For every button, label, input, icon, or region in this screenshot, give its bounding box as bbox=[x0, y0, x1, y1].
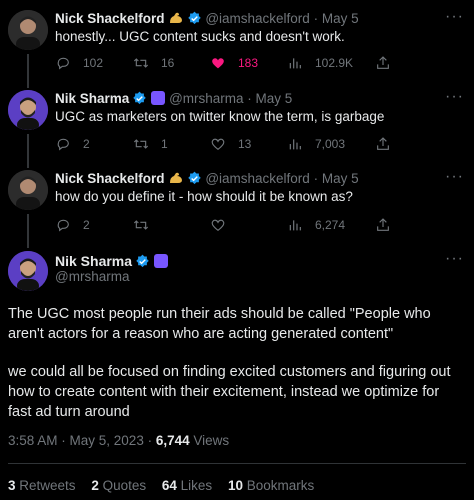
tweet-text: how do you define it - how should it be … bbox=[55, 189, 353, 204]
avatar[interactable] bbox=[8, 90, 48, 130]
retweet-count: 16 bbox=[161, 56, 175, 70]
share-icon bbox=[377, 137, 389, 150]
affiliate-badge-icon[interactable] bbox=[151, 91, 166, 105]
views-icon bbox=[289, 220, 301, 231]
views-button[interactable]: 7,003 bbox=[287, 134, 345, 154]
reply-icon bbox=[57, 219, 69, 232]
verified-badge-icon bbox=[132, 91, 147, 106]
like-button[interactable]: 183 bbox=[210, 53, 258, 73]
author-name[interactable]: Nick Shackelford bbox=[55, 11, 165, 26]
share-button[interactable] bbox=[375, 134, 391, 154]
likes-label: Likes bbox=[176, 478, 213, 493]
tweet-date[interactable]: · May 5 bbox=[314, 11, 359, 26]
view-count: 7,003 bbox=[315, 137, 346, 151]
view-count: 102.9K bbox=[315, 56, 354, 70]
author-handle[interactable]: @mrsharma bbox=[55, 269, 129, 284]
heart-icon bbox=[212, 58, 224, 69]
more-icon[interactable]: ··· bbox=[445, 250, 464, 268]
quotes-stat[interactable]: 2 Quotes bbox=[91, 478, 146, 493]
retweets-stat[interactable]: 3 Retweets bbox=[8, 478, 76, 493]
reply-button[interactable]: 102 bbox=[55, 53, 103, 73]
views-label: Views bbox=[189, 433, 230, 448]
like-count: 183 bbox=[238, 56, 259, 70]
author-name[interactable]: Nik Sharma bbox=[55, 91, 129, 106]
reply-button[interactable]: 2 bbox=[55, 134, 90, 154]
share-button[interactable] bbox=[375, 53, 391, 73]
quotes-count: 2 bbox=[91, 478, 99, 493]
author-handle[interactable]: @mrsharma bbox=[169, 91, 243, 106]
author-name[interactable]: Nick Shackelford bbox=[55, 171, 165, 186]
reply-icon bbox=[57, 57, 69, 70]
reply-count: 102 bbox=[83, 56, 104, 70]
retweet-button[interactable] bbox=[133, 215, 149, 235]
like-button[interactable] bbox=[210, 215, 226, 235]
author-handle[interactable]: @iamshackelford bbox=[205, 11, 310, 26]
tweet-text: UGC as marketers on twitter know the ter… bbox=[55, 109, 385, 124]
views-button[interactable]: 102.9K bbox=[287, 53, 353, 73]
flexed-biceps-icon bbox=[168, 171, 184, 185]
views-icon bbox=[289, 58, 301, 69]
more-icon[interactable]: ··· bbox=[445, 8, 464, 26]
tweet-date[interactable]: · May 5 bbox=[314, 171, 359, 186]
views-count: 6,744 bbox=[155, 433, 190, 448]
retweet-icon bbox=[133, 58, 149, 68]
like-count: 13 bbox=[238, 137, 252, 151]
tweet-text: honestly... UGC content sucks and doesn'… bbox=[55, 29, 345, 44]
share-icon bbox=[377, 218, 389, 231]
retweet-button[interactable]: 1 bbox=[133, 134, 168, 154]
author-handle[interactable]: @iamshackelford bbox=[205, 171, 310, 186]
bookmarks-count: 10 bbox=[227, 478, 243, 493]
retweet-icon bbox=[133, 220, 149, 230]
retweet-icon bbox=[133, 139, 149, 149]
tweet-date[interactable]: · May 5 bbox=[247, 91, 292, 106]
share-button[interactable] bbox=[375, 215, 391, 235]
author-name[interactable]: Nik Sharma bbox=[55, 253, 132, 269]
retweets-count: 3 bbox=[8, 478, 16, 493]
more-icon[interactable]: ··· bbox=[445, 88, 464, 106]
tweet-timestamp[interactable]: 3:58 AM · May 5, 2023 · 6,744 Views bbox=[8, 433, 229, 448]
verified-badge-icon bbox=[187, 171, 202, 186]
views-icon bbox=[289, 139, 301, 150]
flexed-biceps-icon bbox=[168, 11, 184, 25]
heart-icon bbox=[211, 138, 225, 151]
engagement-stats: 3 Retweets 2 Quotes 64 Likes 10 Bookmark… bbox=[8, 478, 326, 493]
affiliate-badge-icon[interactable] bbox=[154, 254, 169, 268]
bookmarks-stat[interactable]: 10 Bookmarks bbox=[228, 478, 314, 493]
verified-badge-icon bbox=[135, 254, 150, 269]
view-count: 6,274 bbox=[315, 218, 346, 232]
tweet-text-paragraph-2: we could all be focused on finding excit… bbox=[8, 364, 451, 420]
retweets-label: Retweets bbox=[15, 478, 76, 493]
likes-count: 64 bbox=[161, 478, 177, 493]
divider bbox=[8, 463, 466, 464]
share-icon bbox=[377, 56, 389, 69]
timestamp-text: 3:58 AM · May 5, 2023 · bbox=[8, 433, 156, 448]
quotes-label: Quotes bbox=[98, 478, 147, 493]
retweet-count: 1 bbox=[161, 137, 168, 151]
reply-button[interactable]: 2 bbox=[55, 215, 90, 235]
like-button[interactable]: 13 bbox=[210, 134, 251, 154]
tweet-text-paragraph-1: The UGC most people run their ads should… bbox=[8, 306, 431, 342]
reply-icon bbox=[57, 138, 69, 151]
bookmarks-label: Bookmarks bbox=[242, 478, 315, 493]
reply-count: 2 bbox=[83, 218, 90, 232]
avatar[interactable] bbox=[8, 10, 48, 50]
verified-badge-icon bbox=[187, 11, 202, 26]
heart-icon bbox=[211, 219, 225, 232]
avatar[interactable] bbox=[8, 251, 48, 291]
more-icon[interactable]: ··· bbox=[445, 168, 464, 186]
views-button[interactable]: 6,274 bbox=[287, 215, 345, 235]
retweet-button[interactable]: 16 bbox=[133, 53, 174, 73]
avatar[interactable] bbox=[8, 170, 48, 210]
reply-count: 2 bbox=[83, 137, 90, 151]
likes-stat[interactable]: 64 Likes bbox=[162, 478, 212, 493]
